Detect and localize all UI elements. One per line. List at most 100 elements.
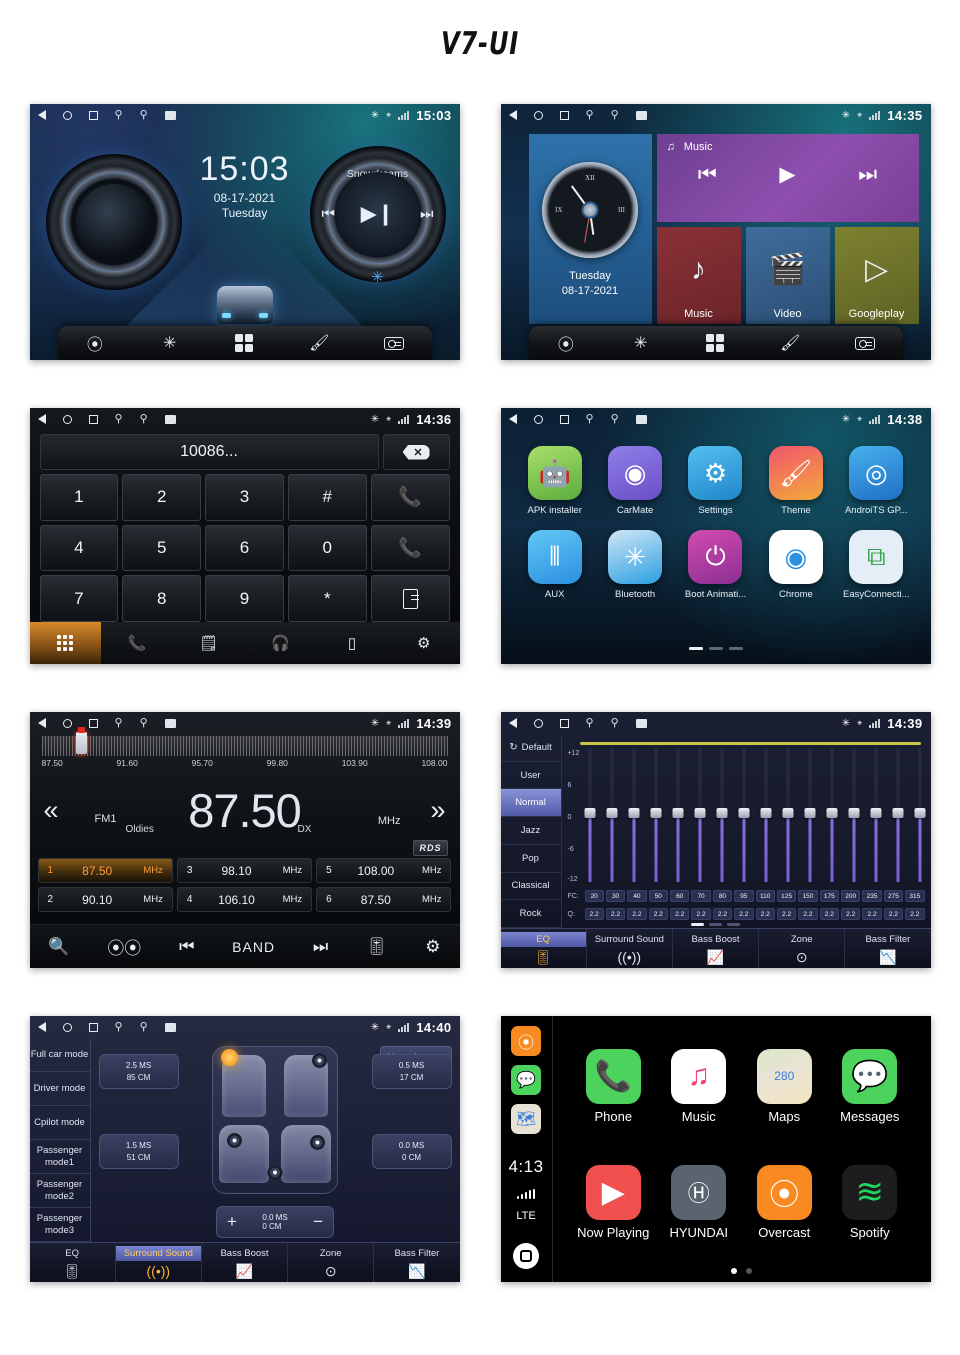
seat-rear-right[interactable] (281, 1125, 331, 1183)
call-button[interactable]: 📞 (370, 474, 450, 521)
carplay-sidebar[interactable]: ⦿ 💬 🗺 4:13 LTE (501, 1016, 553, 1282)
eq-band-slider[interactable] (584, 748, 595, 882)
q-cell[interactable]: 2.2 (584, 908, 604, 920)
q-row[interactable]: Q: 2.2 2.2 2.2 2.2 2.2 2.2 2.2 2.2 2.2 2… (568, 908, 925, 920)
preset-4[interactable]: 4 106.10 MHz (176, 887, 313, 912)
fc-cell[interactable]: 80 (712, 890, 733, 902)
app-androits-gps[interactable]: ◎ AndroiTS GP... (836, 446, 916, 516)
carplay-app-now-playing[interactable]: ▶ Now Playing (571, 1144, 657, 1260)
prev-station-icon[interactable]: ⏮ (179, 937, 194, 957)
tab-bass-boost[interactable]: Bass Boost 📈 (673, 929, 760, 968)
next-track-icon[interactable]: ⏭ (420, 206, 434, 223)
tab-contacts[interactable]: 🗒 (173, 622, 245, 664)
eq-sliders-icon[interactable]: 🎚 (366, 937, 388, 957)
key-6[interactable]: 6 (205, 524, 284, 572)
backspace-button[interactable]: ✕ (382, 434, 450, 470)
tile-googleplay[interactable]: ▷ Googleplay (834, 227, 919, 324)
home-icon[interactable] (62, 1022, 72, 1032)
delay-rear-left[interactable]: 1.5 MS 51 CM (98, 1134, 179, 1170)
fc-cell[interactable]: 40 (627, 890, 647, 902)
carplay-app-spotify[interactable]: ≋ Spotify (827, 1144, 913, 1260)
number-display[interactable]: 10086... (39, 434, 379, 470)
key-8[interactable]: 8 (122, 575, 202, 622)
home-dock[interactable]: ⦿ ✳ 🖌 (57, 326, 432, 360)
recents-icon[interactable] (559, 414, 569, 424)
volume-dial[interactable] (45, 154, 182, 290)
tab-bass-filter[interactable]: Bass Filter 📉 (374, 1243, 459, 1282)
eq-band-slider[interactable] (628, 748, 640, 882)
key-7[interactable]: 7 (39, 575, 119, 622)
decrement-button[interactable]: − (313, 1212, 323, 1232)
q-cell[interactable]: 2.2 (841, 908, 861, 920)
back-icon[interactable] (37, 1022, 46, 1032)
eq-band-slider[interactable] (826, 748, 838, 882)
panel-home-main[interactable]: ⚲ ⚲ ✳ ⌖ 15:03 15:03 08-17-2021 Tuesday S… (29, 104, 460, 360)
eq-band-slider[interactable] (782, 748, 794, 882)
page-indicator[interactable] (553, 1268, 931, 1274)
seat-rear-left[interactable] (219, 1125, 269, 1183)
home-icon[interactable] (533, 718, 543, 728)
fc-cell[interactable]: 20 (584, 890, 604, 902)
theme-icon[interactable]: 🖌 (771, 331, 809, 355)
mode-driver[interactable]: Driver mode (29, 1072, 90, 1106)
fc-cell[interactable]: 95 (734, 890, 754, 902)
tab-bass-filter[interactable]: Bass Filter 📉 (845, 929, 930, 968)
next-station-icon[interactable]: ⏭ (313, 937, 328, 957)
q-cell[interactable]: 2.2 (734, 908, 754, 920)
tuner-needle[interactable] (75, 727, 87, 754)
radio-bottom-bar[interactable]: 🔍 ⦿⦿ ⏮ BAND ⏭ 🎚 ⚙ (29, 924, 460, 968)
q-cell[interactable]: 2.2 (905, 908, 925, 920)
recents-icon[interactable] (88, 1022, 98, 1032)
eq-band-slider[interactable] (848, 748, 860, 882)
tab-zone[interactable]: Zone ⊙ (759, 929, 846, 968)
tab-zone[interactable]: Zone ⊙ (288, 1243, 375, 1282)
preset-6[interactable]: 6 87.50 MHz (316, 887, 452, 912)
fc-cell[interactable]: 30 (605, 890, 626, 902)
prev-track-icon[interactable]: ⏮ (322, 206, 336, 223)
tune-down-button[interactable]: « (30, 795, 73, 826)
mode-cpilot[interactable]: Cpilot mode (29, 1106, 90, 1140)
eq-band-slider[interactable] (760, 748, 772, 882)
theme-icon[interactable]: 🖌 (300, 331, 338, 355)
app-theme[interactable]: 🖌 Theme (756, 446, 836, 516)
search-icon[interactable]: 🔍 (48, 937, 69, 957)
keypad[interactable]: 1 2 3 # 📞 4 5 6 0 📞 7 8 9 * (39, 474, 450, 622)
frequency-scale[interactable] (41, 727, 448, 756)
tab-eq[interactable]: EQ 🎚 (500, 929, 587, 968)
key-5[interactable]: 5 (122, 524, 202, 572)
band-button[interactable]: BAND (232, 939, 275, 955)
location-icon[interactable]: ⦿ (76, 331, 114, 355)
app-chrome[interactable]: ◉ Chrome (756, 530, 836, 600)
preset-list[interactable]: 1 87.50 MHz 3 98.10 MHz 5 108.00 MHz 2 9… (37, 858, 452, 912)
q-cell[interactable]: 2.2 (605, 908, 626, 920)
eq-band-slider[interactable] (892, 748, 904, 882)
analog-clock-widget[interactable]: XII III IX Tuesday 08-17-2021 (528, 134, 652, 324)
panel-fm-radio[interactable]: ⚲ ⚲ ✳ ⌖ 14:39 87.50 91.60 95.70 99.80 10… (29, 712, 460, 968)
radio-icon[interactable] (375, 331, 413, 355)
eq-preset-normal[interactable]: Normal (500, 789, 561, 818)
app-settings[interactable]: ⚙ Settings (675, 446, 755, 516)
page-indicator[interactable] (501, 923, 931, 926)
tab-bt-phone[interactable]: ▯ (316, 622, 388, 664)
fc-cell[interactable]: 315 (905, 890, 925, 902)
fc-cell[interactable]: 60 (670, 890, 690, 902)
q-cell[interactable]: 2.2 (862, 908, 882, 920)
media-dial[interactable]: Snowdreams ⏮ ▶❙ ⏭ ✳ (309, 146, 446, 286)
carplay-app-music[interactable]: ♫ Music (656, 1028, 742, 1144)
carplay-app-hyundai[interactable]: Ⓗ HYUNDAI (656, 1144, 742, 1260)
carplay-app-maps[interactable]: 280 Maps (742, 1028, 828, 1144)
overcast-icon[interactable]: ⦿ (511, 1026, 541, 1056)
page-indicator[interactable] (501, 647, 931, 650)
tab-keypad[interactable] (29, 622, 102, 664)
delay-front-left[interactable]: 2.5 MS 85 CM (98, 1054, 179, 1090)
tile-video[interactable]: 🎬 Video (745, 227, 830, 324)
panel-dialer[interactable]: ⚲ ⚲ ✳ ⌖ 14:36 10086... ✕ 1 2 3 # 📞 4 5 6… (29, 408, 460, 664)
app-boot-animation[interactable]: ⏻ Boot Animati... (675, 530, 755, 600)
q-cell[interactable]: 2.2 (648, 908, 668, 920)
eq-preset-list[interactable]: ↻ Default User Normal Jazz Pop Classical … (500, 734, 562, 929)
fc-cell[interactable]: 235 (862, 890, 882, 902)
eq-preset-pop[interactable]: Pop (500, 845, 561, 873)
prev-track-icon[interactable]: ⏮ (698, 163, 717, 187)
key-0[interactable]: 0 (287, 524, 367, 572)
tune-up-button[interactable]: » (416, 795, 459, 826)
